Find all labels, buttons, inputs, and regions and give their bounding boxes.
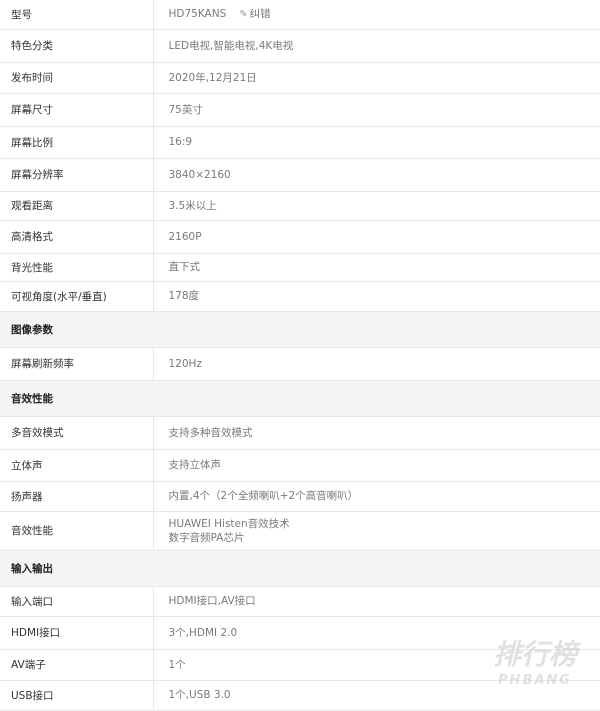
spec-value-cell: 75英寸 xyxy=(153,93,600,126)
section-filler xyxy=(153,380,600,416)
spec-label: 扬声器 xyxy=(0,481,153,511)
correct-error-link[interactable]: ✎纠错 xyxy=(239,8,270,20)
spec-value: 3.5米以上 xyxy=(169,199,600,213)
watermark-subtitle: PHBANG xyxy=(498,673,572,688)
spec-value-cell: 支持立体声 xyxy=(153,449,600,481)
spec-value: HD75KANS xyxy=(169,8,227,20)
watermark-logo: 排行榜 PHBANG xyxy=(480,632,590,692)
spec-label: 立体声 xyxy=(0,449,153,481)
spec-label: 观看距离 xyxy=(0,191,153,220)
section-header-row: 图像参数 xyxy=(0,311,600,347)
section-title: 音效性能 xyxy=(0,380,153,416)
spec-value-cell: 2160P xyxy=(153,220,600,253)
section-filler xyxy=(153,550,600,586)
spec-value-cell: 120Hz xyxy=(153,347,600,380)
spec-label: 背光性能 xyxy=(0,253,153,281)
spec-row: 特色分类 LED电视,智能电视,4K电视 xyxy=(0,29,600,62)
spec-value-cell: 16:9 xyxy=(153,126,600,158)
spec-row: 屏幕比例 16:9 xyxy=(0,126,600,158)
spec-label: USB接口 xyxy=(0,680,153,710)
spec-value-cell: 支持多种音效模式 xyxy=(153,416,600,449)
spec-row: 型号 HD75KANS ✎纠错 xyxy=(0,0,600,29)
spec-table: 型号 HD75KANS ✎纠错特色分类 LED电视,智能电视,4K电视发布时间 2020… xyxy=(0,0,600,711)
spec-label: 型号 xyxy=(0,0,153,29)
spec-value: 120Hz xyxy=(169,357,600,371)
spec-row: 屏幕尺寸 75英寸 xyxy=(0,93,600,126)
spec-value: 支持立体声 xyxy=(169,458,600,472)
watermark-title: 排行榜 xyxy=(493,638,581,671)
spec-table-body: 型号 HD75KANS ✎纠错特色分类 LED电视,智能电视,4K电视发布时间 2020… xyxy=(0,0,600,710)
spec-value: 直下式 xyxy=(169,260,600,274)
spec-value: 3840×2160 xyxy=(169,168,600,182)
spec-value: 支持多种音效模式 xyxy=(169,426,600,440)
spec-label: 屏幕刷新频率 xyxy=(0,347,153,380)
spec-row: 发布时间 2020年,12月21日 xyxy=(0,62,600,93)
spec-value: HDMI接口,AV接口 xyxy=(169,594,600,608)
spec-value-cell: 178度 xyxy=(153,281,600,311)
spec-row: 立体声 支持立体声 xyxy=(0,449,600,481)
spec-value: 75英寸 xyxy=(169,103,600,117)
spec-label: 可视角度(水平/垂直) xyxy=(0,281,153,311)
spec-row: 输入端口 HDMI接口,AV接口 xyxy=(0,586,600,616)
spec-label: 多音效模式 xyxy=(0,416,153,449)
spec-row: 屏幕刷新频率 120Hz xyxy=(0,347,600,380)
spec-value: 2160P xyxy=(169,230,600,244)
spec-label: 屏幕比例 xyxy=(0,126,153,158)
spec-row: 高清格式 2160P xyxy=(0,220,600,253)
spec-label: HDMI接口 xyxy=(0,616,153,649)
spec-label: 音效性能 xyxy=(0,511,153,550)
spec-row: 观看距离 3.5米以上 xyxy=(0,191,600,220)
spec-value: 178度 xyxy=(169,289,600,303)
spec-row: 音效性能HUAWEI Histen音效技术数字音频PA芯片 xyxy=(0,511,600,550)
spec-value: 2020年,12月21日 xyxy=(169,71,600,85)
section-title: 输入输出 xyxy=(0,550,153,586)
section-header-row: 输入输出 xyxy=(0,550,600,586)
spec-value-cell: 直下式 xyxy=(153,253,600,281)
spec-row: 多音效模式 支持多种音效模式 xyxy=(0,416,600,449)
spec-label: 发布时间 xyxy=(0,62,153,93)
spec-value-cell: 3.5米以上 xyxy=(153,191,600,220)
spec-row: 屏幕分辨率 3840×2160 xyxy=(0,158,600,191)
watermark-graphic: 排行榜 PHBANG xyxy=(480,632,590,692)
spec-label: AV端子 xyxy=(0,649,153,680)
pencil-icon: ✎ xyxy=(239,9,247,20)
spec-value-line-2: 数字音频PA芯片 xyxy=(169,531,600,545)
spec-label: 高清格式 xyxy=(0,220,153,253)
spec-value-cell: HD75KANS ✎纠错 xyxy=(153,0,600,29)
spec-value-cell: 2020年,12月21日 xyxy=(153,62,600,93)
spec-row: 可视角度(水平/垂直) 178度 xyxy=(0,281,600,311)
spec-value: 16:9 xyxy=(169,135,600,149)
correct-error-label: 纠错 xyxy=(250,8,271,20)
section-header-row: 音效性能 xyxy=(0,380,600,416)
spec-label: 特色分类 xyxy=(0,29,153,62)
spec-row: 扬声器 内置,4个（2个全频喇叭+2个高音喇叭） xyxy=(0,481,600,511)
spec-value: HUAWEI Histen音效技术 xyxy=(169,517,600,531)
spec-value-cell: LED电视,智能电视,4K电视 xyxy=(153,29,600,62)
section-filler xyxy=(153,311,600,347)
spec-value-cell: HUAWEI Histen音效技术数字音频PA芯片 xyxy=(153,511,600,550)
spec-row: 背光性能 直下式 xyxy=(0,253,600,281)
spec-label: 输入端口 xyxy=(0,586,153,616)
section-title: 图像参数 xyxy=(0,311,153,347)
spec-value-cell: 3840×2160 xyxy=(153,158,600,191)
spec-label: 屏幕尺寸 xyxy=(0,93,153,126)
spec-value: LED电视,智能电视,4K电视 xyxy=(169,39,600,53)
spec-label: 屏幕分辨率 xyxy=(0,158,153,191)
spec-value-cell: 内置,4个（2个全频喇叭+2个高音喇叭） xyxy=(153,481,600,511)
spec-value-cell: HDMI接口,AV接口 xyxy=(153,586,600,616)
spec-value: 内置,4个（2个全频喇叭+2个高音喇叭） xyxy=(169,489,600,503)
